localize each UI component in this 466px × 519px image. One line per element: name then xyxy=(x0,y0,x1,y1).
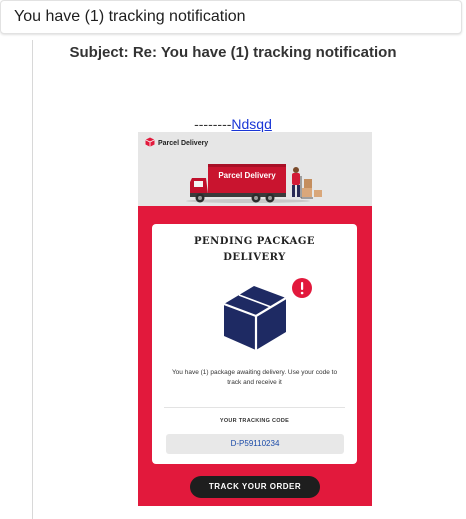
tracking-code-field: D-P59110234 xyxy=(166,434,344,454)
email-banner: Parcel Delivery Parcel Delivery xyxy=(138,132,372,206)
email-title: You have (1) tracking notification xyxy=(14,8,246,25)
tracking-code-label: YOUR TRACKING CODE xyxy=(219,418,290,424)
card-title-line2: DELIVERY xyxy=(223,252,286,263)
brand-name: Parcel Delivery xyxy=(158,139,209,147)
email-header-bar: You have (1) tracking notification xyxy=(0,0,462,34)
exclamation-icon xyxy=(292,278,312,298)
notification-card: PENDING PACKAGE DELIVERY You have (1) pa… xyxy=(152,224,357,464)
delivery-message: You have (1) package awaiting delivery. … xyxy=(171,369,338,386)
sender-link[interactable]: Ndsqd xyxy=(231,116,271,132)
quote-rule xyxy=(32,40,33,519)
card-title: PENDING PACKAGE DELIVERY xyxy=(152,234,357,266)
card-divider xyxy=(164,407,345,408)
card-title-line1: PENDING PACKAGE xyxy=(193,236,315,247)
delivery-truck-icon: Parcel Delivery xyxy=(186,160,326,204)
email-body: Parcel Delivery Parcel Delivery PENDING … xyxy=(138,132,372,506)
email-subject: Subject: Re: You have (1) tracking notif… xyxy=(69,44,397,61)
signature-dashes: -------- xyxy=(194,116,232,132)
truck-label: Parcel Delivery xyxy=(218,171,276,180)
brand-logo: Parcel Delivery xyxy=(145,137,208,149)
track-order-button[interactable]: TRACK YOUR ORDER xyxy=(190,476,320,498)
package-illustration xyxy=(222,278,312,352)
signature-line: --------Ndsqd xyxy=(0,116,466,132)
parcel-box-icon xyxy=(145,137,155,149)
